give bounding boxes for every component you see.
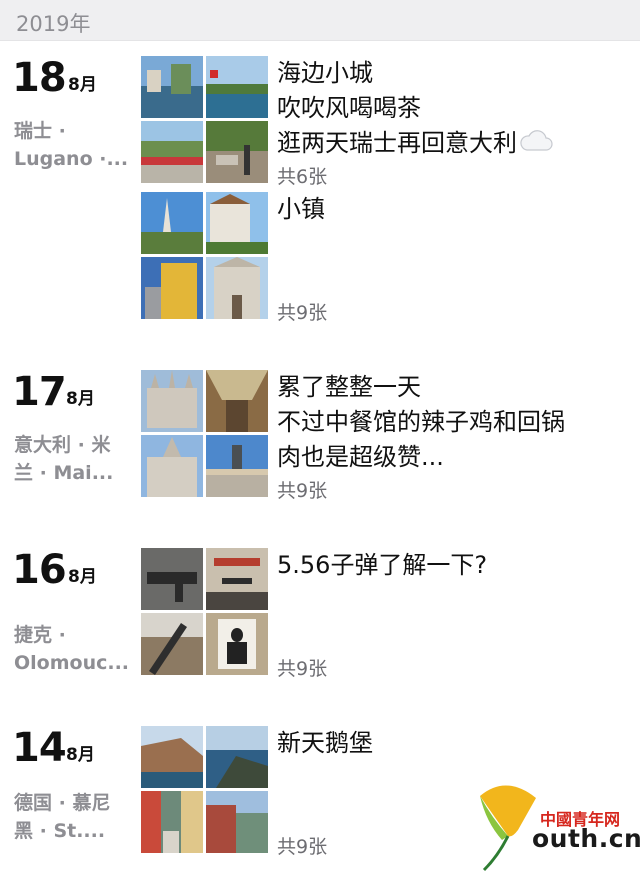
- photo-thumbnail[interactable]: [141, 121, 203, 183]
- photo-count: 共9张: [277, 836, 328, 858]
- post-caption-line: 累了整整一天: [277, 373, 421, 401]
- photo-thumbnail[interactable]: [206, 548, 268, 610]
- photo-count: 共6张: [277, 166, 328, 188]
- day-number: 17: [12, 369, 67, 415]
- watermark-bottom-text: outh.cn: [532, 824, 640, 853]
- day-number: 18: [12, 55, 67, 101]
- photo-thumbnail[interactable]: [206, 726, 268, 788]
- photo-thumbnail[interactable]: [141, 548, 203, 610]
- watermark-logo: 中國青年网 outh.cn: [472, 778, 640, 874]
- post-caption-line: 5.56子弹了解一下?: [277, 551, 488, 579]
- photo-thumbnail[interactable]: [206, 613, 268, 675]
- post-caption-line: 小镇: [277, 195, 325, 223]
- photo-thumbnail[interactable]: [206, 370, 268, 432]
- location-line-1: 德国 · 慕尼: [14, 792, 111, 814]
- location-line-2: Lugano ·...: [14, 148, 129, 170]
- day-number: 14: [12, 725, 67, 771]
- location-line-2: 兰 · Mai...: [14, 462, 114, 484]
- photo-thumbnail[interactable]: [141, 435, 203, 497]
- photo-thumbnail[interactable]: [141, 56, 203, 118]
- month-label: 8月: [66, 745, 95, 765]
- post-caption-line: 吹吹风喝喝茶: [277, 94, 421, 122]
- location-line-2: 黑 · St....: [14, 820, 106, 842]
- post-caption-line: 海边小城: [277, 59, 373, 87]
- photo-count: 共9张: [277, 302, 328, 324]
- year-label: 2019年: [16, 12, 91, 36]
- location-line-1: 意大利 · 米: [14, 434, 111, 456]
- photo-thumbnail[interactable]: [141, 370, 203, 432]
- location-line-1: 捷克 ·: [14, 624, 66, 646]
- photo-thumbnail[interactable]: [141, 791, 203, 853]
- month-label: 8月: [68, 75, 97, 95]
- photo-count: 共9张: [277, 480, 328, 502]
- photo-thumbnail[interactable]: [141, 613, 203, 675]
- photo-thumbnail[interactable]: [206, 791, 268, 853]
- photo-thumbnail[interactable]: [206, 257, 268, 319]
- photo-thumbnail[interactable]: [206, 121, 268, 183]
- post-caption-line: 新天鹅堡: [277, 729, 373, 757]
- post-caption-line: 肉也是超级赞...: [277, 443, 444, 471]
- month-label: 8月: [68, 567, 97, 587]
- photo-thumbnail[interactable]: [141, 257, 203, 319]
- photo-thumbnail[interactable]: [141, 726, 203, 788]
- post-caption-line: 逛两天瑞士再回意大利: [277, 129, 517, 157]
- location-line-1: 瑞士 ·: [14, 120, 66, 142]
- photo-count: 共9张: [277, 658, 328, 680]
- month-label: 8月: [66, 389, 95, 409]
- photo-thumbnail[interactable]: [141, 192, 203, 254]
- post-caption-line: 不过中餐馆的辣子鸡和回锅: [277, 408, 565, 436]
- year-header: 2019年: [0, 0, 640, 41]
- location-line-2: Olomouc...: [14, 652, 130, 674]
- photo-thumbnail[interactable]: [206, 435, 268, 497]
- photo-thumbnail[interactable]: [206, 192, 268, 254]
- cloud-icon: [519, 127, 553, 162]
- photo-thumbnail[interactable]: [206, 56, 268, 118]
- day-number: 16: [12, 547, 67, 593]
